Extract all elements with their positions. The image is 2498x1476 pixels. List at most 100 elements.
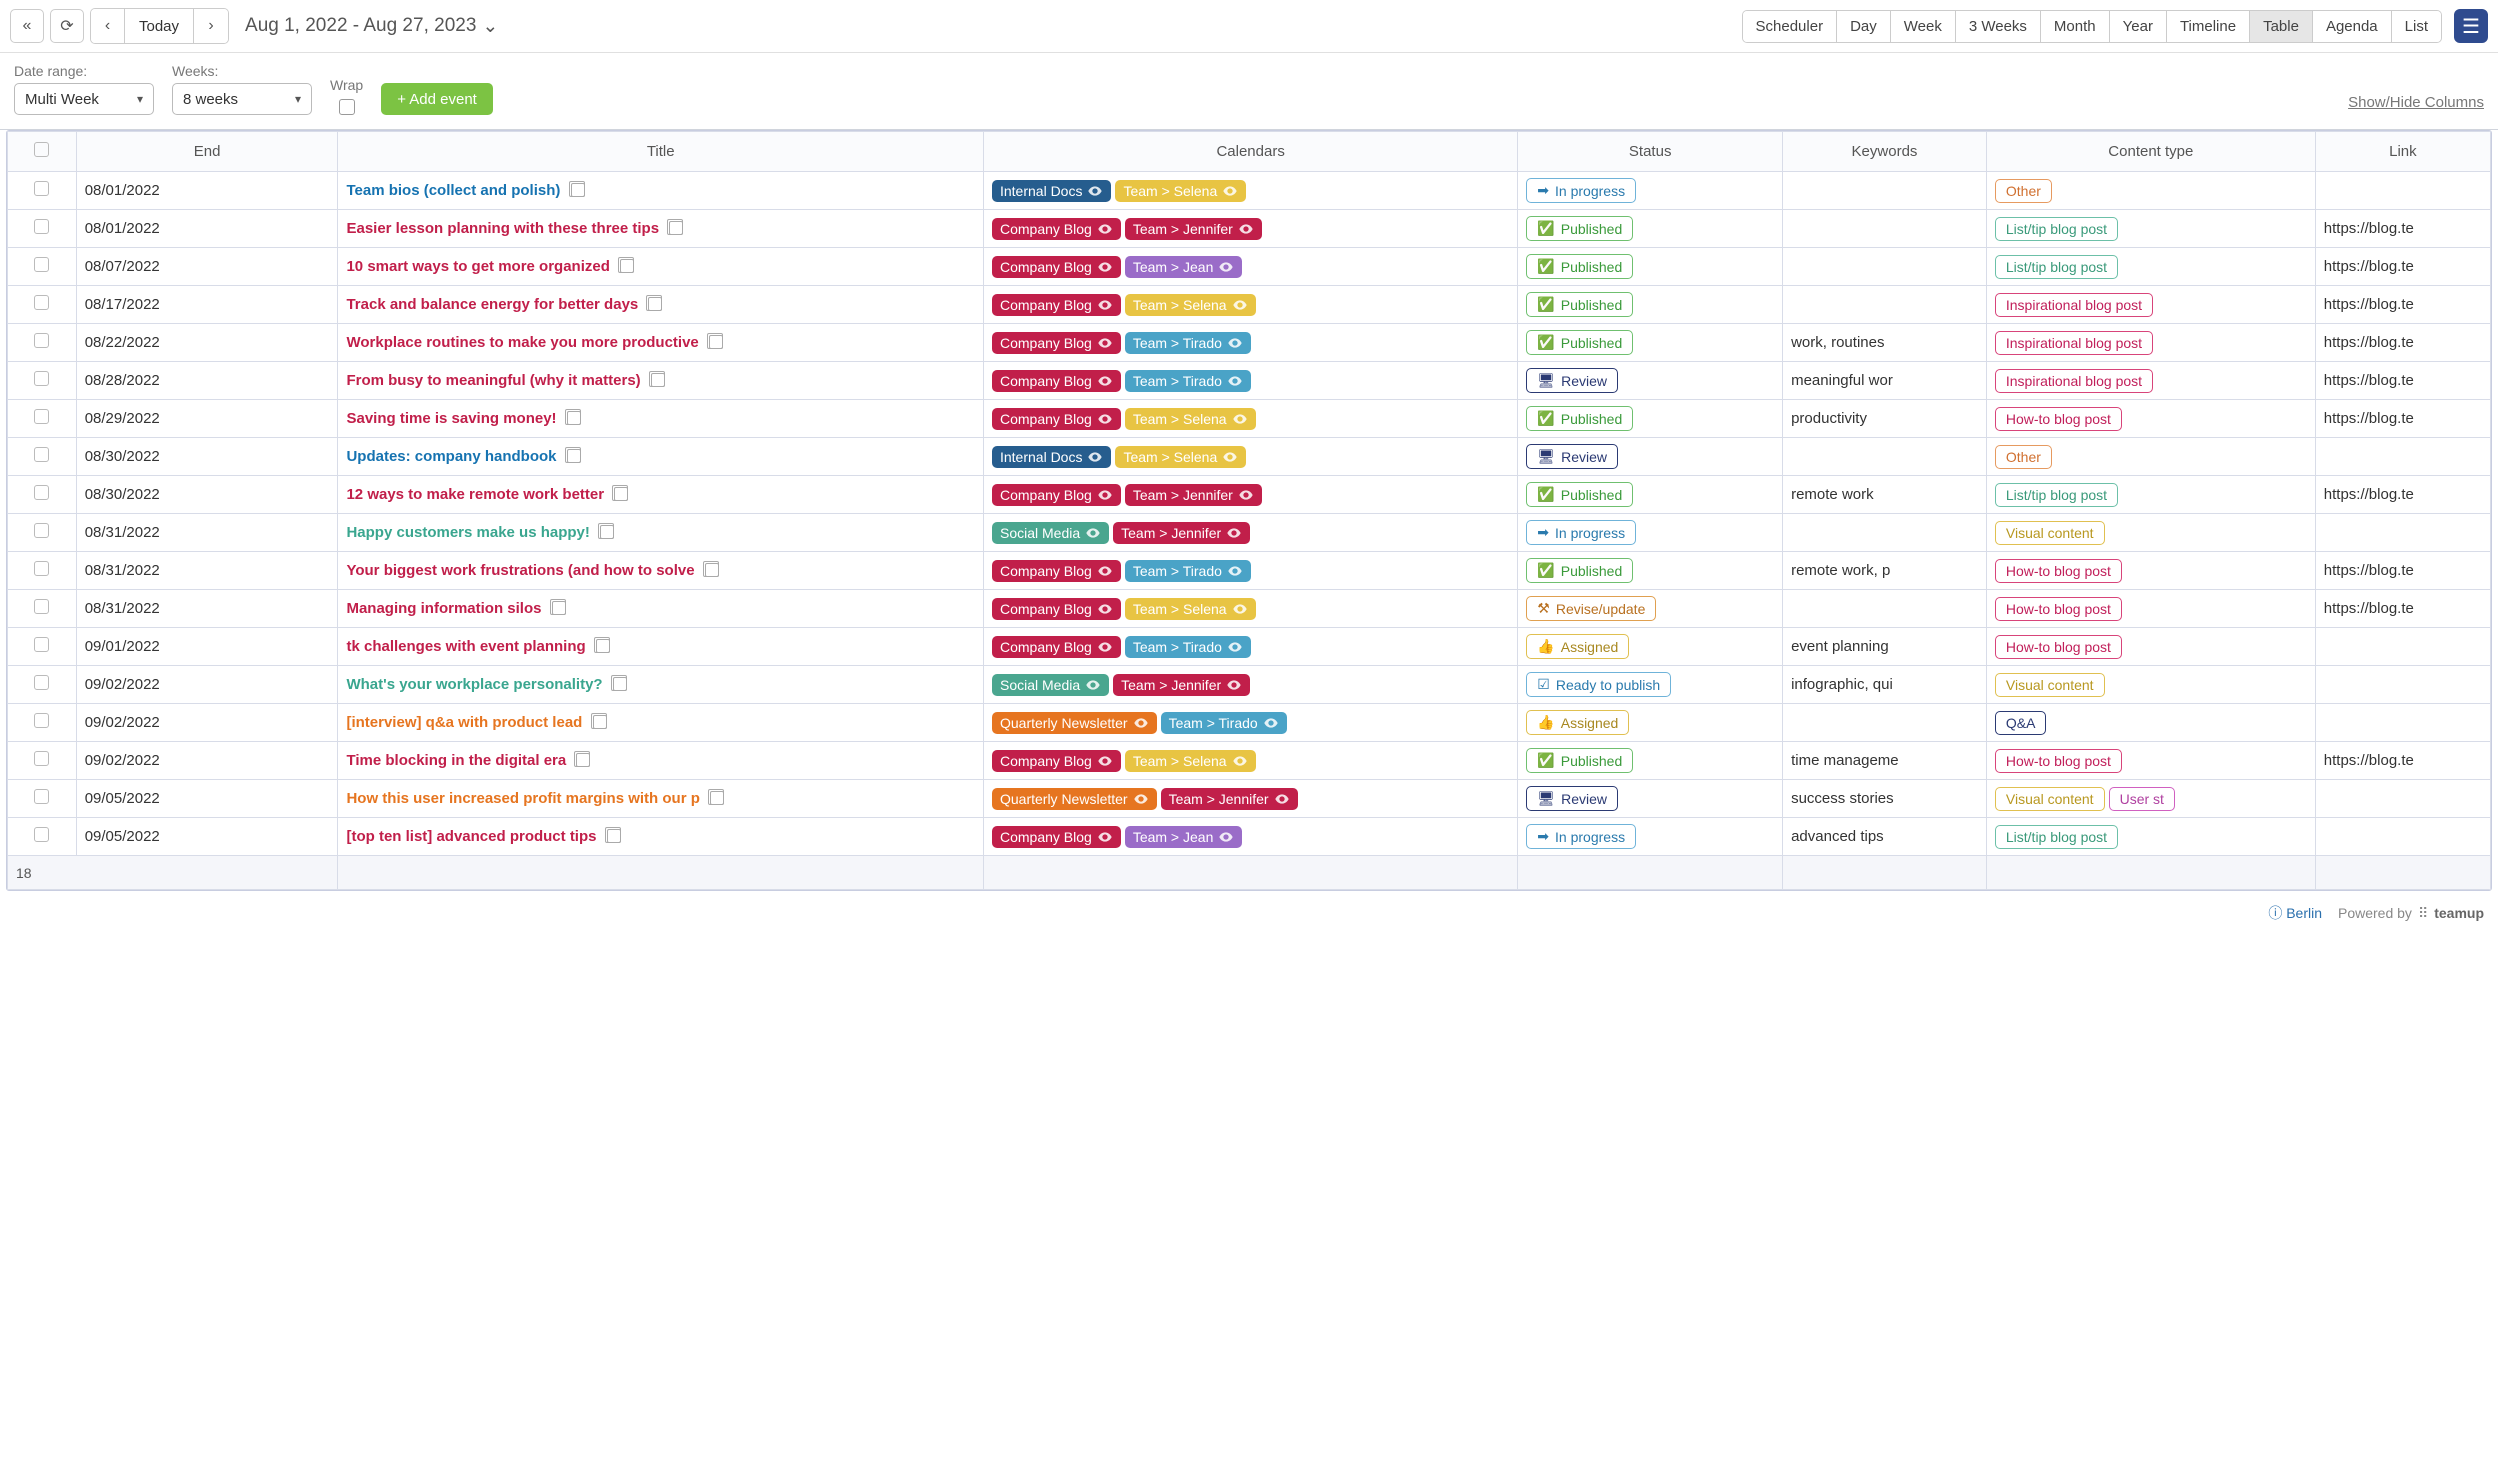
- content-type-pill[interactable]: Other: [1995, 445, 2052, 469]
- col-header-keywords[interactable]: Keywords: [1783, 132, 1987, 172]
- calendar-pill[interactable]: Company Blog: [992, 826, 1121, 848]
- next-button[interactable]: ›: [194, 9, 228, 43]
- row-checkbox[interactable]: [34, 827, 49, 842]
- status-pill[interactable]: 🖥Review: [1526, 444, 1618, 469]
- calendar-pill[interactable]: Team > Jean: [1125, 256, 1243, 278]
- title-cell[interactable]: How this user increased profit margins w…: [338, 780, 984, 818]
- title-cell[interactable]: 12 ways to make remote work better: [338, 476, 984, 514]
- copy-icon[interactable]: [567, 411, 581, 425]
- calendar-pill[interactable]: Team > Tirado: [1125, 370, 1251, 392]
- calendar-pill[interactable]: Company Blog: [992, 484, 1121, 506]
- col-header-status[interactable]: Status: [1518, 132, 1783, 172]
- table-row[interactable]: 08/31/2022Managing information silos Com…: [8, 590, 2491, 628]
- content-type-pill[interactable]: List/tip blog post: [1995, 825, 2118, 849]
- table-row[interactable]: 09/02/2022[interview] q&a with product l…: [8, 704, 2491, 742]
- content-type-pill[interactable]: List/tip blog post: [1995, 217, 2118, 241]
- view-tab-month[interactable]: Month: [2041, 11, 2110, 42]
- content-type-pill[interactable]: Visual content: [1995, 521, 2105, 545]
- copy-icon[interactable]: [596, 639, 610, 653]
- title-cell[interactable]: Updates: company handbook: [338, 438, 984, 476]
- calendar-pill[interactable]: Team > Selena: [1115, 446, 1246, 468]
- title-cell[interactable]: Your biggest work frustrations (and how …: [338, 552, 984, 590]
- table-row[interactable]: 08/01/2022Team bios (collect and polish)…: [8, 172, 2491, 210]
- row-checkbox[interactable]: [34, 637, 49, 652]
- title-cell[interactable]: 10 smart ways to get more organized: [338, 248, 984, 286]
- weeks-select[interactable]: 8 weeks: [172, 83, 312, 115]
- calendar-pill[interactable]: Quarterly Newsletter: [992, 788, 1157, 810]
- table-row[interactable]: 09/01/2022tk challenges with event plann…: [8, 628, 2491, 666]
- wrap-checkbox[interactable]: [339, 99, 355, 115]
- show-hide-columns-link[interactable]: Show/Hide Columns: [2348, 94, 2484, 111]
- view-tab-week[interactable]: Week: [1891, 11, 1956, 42]
- title-cell[interactable]: Happy customers make us happy!: [338, 514, 984, 552]
- status-pill[interactable]: ✅Published: [1526, 292, 1633, 317]
- calendar-pill[interactable]: Team > Selena: [1115, 180, 1246, 202]
- status-pill[interactable]: ✅Published: [1526, 216, 1633, 241]
- content-type-pill[interactable]: List/tip blog post: [1995, 483, 2118, 507]
- calendar-pill[interactable]: Company Blog: [992, 408, 1121, 430]
- content-type-pill[interactable]: Inspirational blog post: [1995, 293, 2153, 317]
- calendar-pill[interactable]: Company Blog: [992, 332, 1121, 354]
- calendar-pill[interactable]: Social Media: [992, 674, 1109, 696]
- table-row[interactable]: 09/05/2022[top ten list] advanced produc…: [8, 818, 2491, 856]
- copy-icon[interactable]: [567, 449, 581, 463]
- table-row[interactable]: 08/30/202212 ways to make remote work be…: [8, 476, 2491, 514]
- row-checkbox[interactable]: [34, 485, 49, 500]
- col-header-content-type[interactable]: Content type: [1986, 132, 2315, 172]
- prev-button[interactable]: ‹: [91, 9, 125, 43]
- view-tab-agenda[interactable]: Agenda: [2313, 11, 2392, 42]
- table-row[interactable]: 08/07/202210 smart ways to get more orga…: [8, 248, 2491, 286]
- calendar-pill[interactable]: Team > Jean: [1125, 826, 1243, 848]
- status-pill[interactable]: ✅Published: [1526, 482, 1633, 507]
- status-pill[interactable]: ✅Published: [1526, 330, 1633, 355]
- row-checkbox[interactable]: [34, 523, 49, 538]
- calendar-pill[interactable]: Company Blog: [992, 560, 1121, 582]
- copy-icon[interactable]: [651, 373, 665, 387]
- calendar-pill[interactable]: Company Blog: [992, 598, 1121, 620]
- calendar-pill[interactable]: Company Blog: [992, 218, 1121, 240]
- content-type-pill[interactable]: Q&A: [1995, 711, 2047, 735]
- copy-icon[interactable]: [593, 715, 607, 729]
- status-pill[interactable]: ✅Published: [1526, 748, 1633, 773]
- view-tab-table[interactable]: Table: [2250, 11, 2313, 42]
- title-cell[interactable]: [top ten list] advanced product tips: [338, 818, 984, 856]
- copy-icon[interactable]: [607, 829, 621, 843]
- row-checkbox[interactable]: [34, 181, 49, 196]
- refresh-button[interactable]: ⟳: [50, 9, 84, 43]
- view-tab-list[interactable]: List: [2392, 11, 2441, 42]
- title-cell[interactable]: Time blocking in the digital era: [338, 742, 984, 780]
- content-type-pill[interactable]: List/tip blog post: [1995, 255, 2118, 279]
- table-row[interactable]: 08/28/2022From busy to meaningful (why i…: [8, 362, 2491, 400]
- copy-icon[interactable]: [614, 487, 628, 501]
- table-row[interactable]: 08/29/2022Saving time is saving money! C…: [8, 400, 2491, 438]
- calendar-pill[interactable]: Team > Jennifer: [1125, 218, 1262, 240]
- table-row[interactable]: 09/02/2022What's your workplace personal…: [8, 666, 2491, 704]
- calendar-pill[interactable]: Internal Docs: [992, 446, 1111, 468]
- status-pill[interactable]: 🖥Review: [1526, 368, 1618, 393]
- title-cell[interactable]: [interview] q&a with product lead: [338, 704, 984, 742]
- calendar-pill[interactable]: Team > Selena: [1125, 598, 1256, 620]
- status-pill[interactable]: ➡In progress: [1526, 520, 1636, 545]
- copy-icon[interactable]: [705, 563, 719, 577]
- status-pill[interactable]: 👍Assigned: [1526, 710, 1629, 735]
- row-checkbox[interactable]: [34, 675, 49, 690]
- copy-icon[interactable]: [620, 259, 634, 273]
- status-pill[interactable]: ✅Published: [1526, 558, 1633, 583]
- title-cell[interactable]: Team bios (collect and polish): [338, 172, 984, 210]
- calendar-pill[interactable]: Team > Tirado: [1125, 636, 1251, 658]
- table-row[interactable]: 09/02/2022Time blocking in the digital e…: [8, 742, 2491, 780]
- copy-icon[interactable]: [669, 221, 683, 235]
- content-type-pill[interactable]: How-to blog post: [1995, 749, 2122, 773]
- col-header-title[interactable]: Title: [338, 132, 984, 172]
- calendar-pill[interactable]: Team > Jennifer: [1125, 484, 1262, 506]
- calendar-pill[interactable]: Company Blog: [992, 750, 1121, 772]
- table-row[interactable]: 08/01/2022Easier lesson planning with th…: [8, 210, 2491, 248]
- title-cell[interactable]: From busy to meaningful (why it matters): [338, 362, 984, 400]
- title-cell[interactable]: Track and balance energy for better days: [338, 286, 984, 324]
- col-header-end[interactable]: End: [76, 132, 338, 172]
- add-event-button[interactable]: + Add event: [381, 83, 493, 115]
- view-tab-day[interactable]: Day: [1837, 11, 1891, 42]
- content-type-pill[interactable]: Visual content: [1995, 787, 2105, 811]
- row-checkbox[interactable]: [34, 219, 49, 234]
- table-row[interactable]: 08/17/2022Track and balance energy for b…: [8, 286, 2491, 324]
